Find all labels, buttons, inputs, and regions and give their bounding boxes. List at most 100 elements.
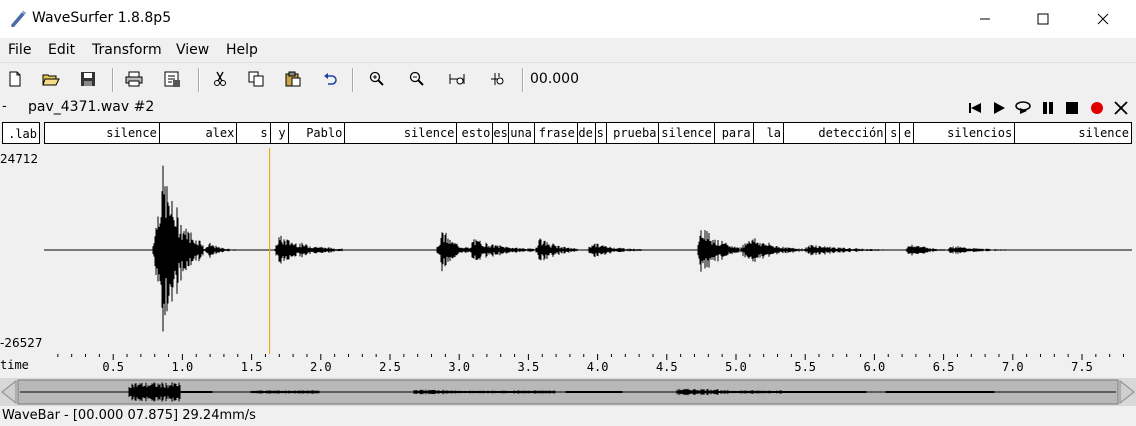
label-segment[interactable]: detección [784,123,887,143]
pane-header: - pav_4371.wav #2 [0,96,1136,120]
copy-icon [248,71,264,87]
play-button[interactable] [990,99,1008,117]
label-segment[interactable]: e [900,123,915,143]
time-axis-label: time [0,358,29,372]
label-segment[interactable]: prueba [607,123,660,143]
cut-button[interactable] [209,68,231,90]
time-tick-label: 6.5 [932,360,955,374]
label-segment[interactable]: s [596,123,607,143]
wavebar-scrollbar[interactable] [0,378,1136,406]
maximize-icon [1037,13,1049,25]
pause-icon [1043,102,1053,114]
label-segment[interactable]: Pablo [289,123,346,143]
waveform-burst [152,165,204,332]
menu-file[interactable]: File [8,42,31,58]
wavebar-burst [782,391,867,393]
waveform-burst [203,242,236,258]
menu-view[interactable]: View [176,42,209,58]
waveform-burst [739,238,803,262]
time-tick-label: 3.0 [448,360,471,374]
label-segment[interactable]: alex [160,123,238,143]
label-segment[interactable]: esto [457,123,494,143]
label-segment[interactable]: es [493,123,509,143]
maximize-button[interactable] [1020,0,1066,38]
print-icon [125,71,143,87]
loop-play-button[interactable] [1014,99,1032,117]
waveform-burst [436,232,471,272]
cut-icon [214,71,226,86]
toolbar-separator [352,68,354,92]
copy-button[interactable] [245,68,267,90]
menu-transform[interactable]: Transform [92,42,162,58]
label-segment[interactable]: s [237,123,271,143]
zoom-selection-button[interactable] [486,68,508,90]
wavebar-burst [885,391,928,393]
save-button[interactable] [77,68,99,90]
status-text: WaveBar - [00.000 07.875] 29.24mm/s [2,408,256,423]
label-segment[interactable]: silence [659,123,715,143]
waveform-burst [946,246,1014,254]
open-folder-icon [42,74,60,86]
pane-collapse-toggle[interactable]: - [2,99,7,114]
label-segments[interactable]: silence alex s y Pablo silence esto es una frase d… [44,122,1132,144]
undo-icon [324,73,337,85]
waveform[interactable] [44,148,1132,354]
zoom-in-button[interactable] [366,68,388,90]
time-axis: time 0.5 1.0 1.5 2.0 2.5 3.0 3.5 4.0 4.5 5.0 5.5 6.… [0,354,1136,376]
waveform-burst [802,244,886,256]
label-segment[interactable]: silencios [914,123,1016,143]
window-title: WaveSurfer 1.8.8p5 [32,10,172,26]
label-segment[interactable]: la [754,123,785,143]
time-readout: 00.000 [530,71,579,87]
time-tick-label: 4.0 [586,360,609,374]
record-button[interactable] [1088,99,1106,117]
close-window-button[interactable] [1080,0,1126,38]
stop-button[interactable] [1063,99,1081,117]
zoom-out-icon [409,71,424,86]
print-button[interactable] [123,68,145,90]
waveform-burst [535,238,578,261]
label-segment[interactable]: para [715,123,754,143]
label-segment[interactable]: s [886,123,901,143]
wavebar[interactable] [0,378,1136,406]
record-icon [1091,102,1103,114]
undo-button[interactable] [319,68,341,90]
pane-title: pav_4371.wav #2 [28,99,155,115]
stop-icon [1066,102,1078,114]
minimize-icon [980,18,990,20]
zoom-out-button[interactable] [406,68,428,90]
label-segment[interactable]: silence [1015,123,1131,143]
time-tick-label: 0.5 [102,360,125,374]
waveform-pane[interactable]: 24712 -26527 [0,148,1136,354]
time-tick-label: 6.0 [863,360,886,374]
label-segment[interactable]: una [509,123,535,143]
menu-edit[interactable]: Edit [48,42,75,58]
new-button[interactable] [4,68,26,90]
properties-button[interactable] [161,68,183,90]
label-segment[interactable]: y [271,123,289,143]
zoom-fit-button[interactable] [446,68,468,90]
zoom-selection-icon [491,73,504,85]
waveform-ymax: 24712 [0,152,39,166]
wavebar-burst [448,390,515,394]
label-tier: .lab silence alex s y Pablo silence esto es una f… [0,122,1136,146]
skip-back-button[interactable] [966,99,984,117]
play-icon [994,102,1005,114]
minimize-button[interactable] [962,0,1008,38]
time-tick-label: 2.5 [379,360,401,374]
new-file-icon [9,71,21,87]
open-button[interactable] [40,68,62,90]
label-segment[interactable]: de [578,123,596,143]
waveform-burst [587,243,644,258]
pause-button[interactable] [1039,99,1057,117]
skip-back-icon [969,103,981,113]
label-segment[interactable]: silence [45,123,160,143]
label-segment[interactable]: silence [345,123,458,143]
menu-help[interactable]: Help [226,42,258,58]
close-pane-button[interactable] [1112,99,1130,117]
close-icon [1097,13,1109,25]
label-segment[interactable]: frase [535,123,578,143]
label-tier-name[interactable]: .lab [2,122,40,144]
close-pane-icon [1114,101,1128,115]
paste-button[interactable] [282,68,304,90]
